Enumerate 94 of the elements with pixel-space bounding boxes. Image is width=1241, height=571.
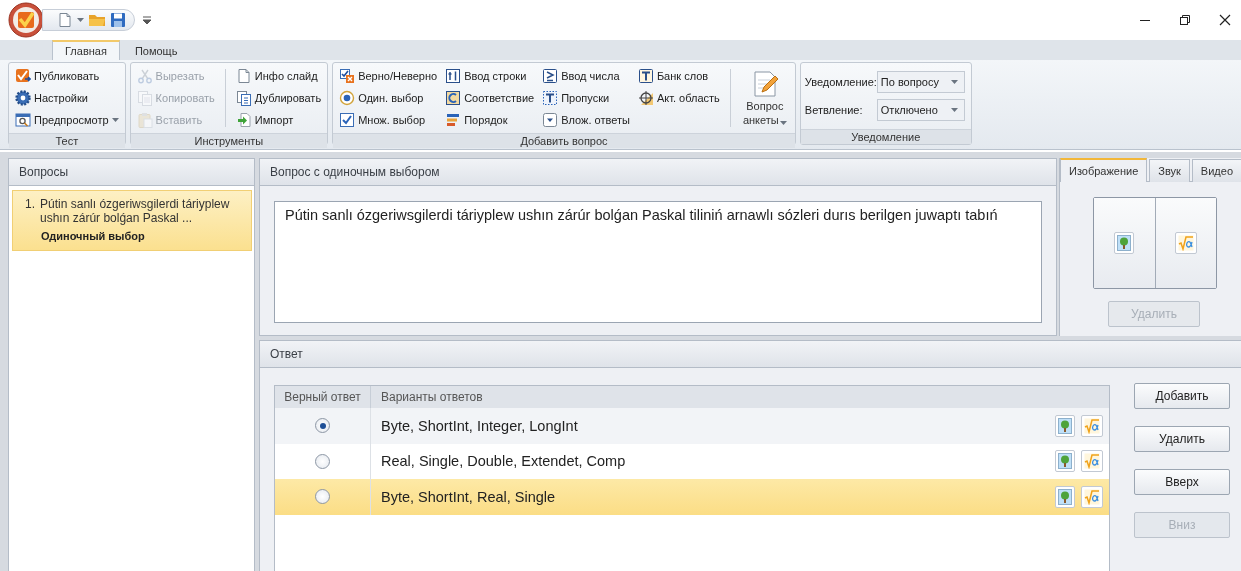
panel-header: Вопросы	[9, 159, 254, 186]
checkbox-cross-icon	[339, 68, 356, 84]
customize-caret-icon	[143, 15, 151, 25]
ribbon-button[interactable]: Пропуски	[540, 87, 632, 109]
dropdown-field[interactable]: Отключено	[876, 99, 965, 121]
ribbon-button[interactable]: Инфо слайд	[233, 65, 324, 87]
page-icon	[235, 68, 252, 84]
caret-icon	[950, 107, 958, 113]
ribbon-button[interactable]: Ввод строки	[443, 65, 537, 87]
answer-text: Byte, ShortInt, Real, Single	[380, 488, 557, 505]
group-label: Уведомление	[800, 129, 971, 144]
ribbon-button[interactable]: Дублировать	[233, 87, 324, 109]
tree-icon	[1058, 417, 1072, 434]
radio-button[interactable]	[315, 418, 330, 434]
stacked-bars-icon	[445, 112, 462, 128]
answer-text: Real, Single, Double, Extendet, Comp	[380, 453, 627, 470]
action-button[interactable]: Добавить	[1134, 383, 1230, 409]
question-text: Pútin sanlı ózgeriwsgilerdi táriyplew ushın zárúr bolǵan Paskal ...	[40, 197, 231, 225]
ribbon-button[interactable]: Настройки	[13, 87, 121, 109]
ribbon-tab[interactable]: Помощь	[121, 40, 191, 60]
field-label: Ветвление:	[804, 104, 864, 116]
square-root-icon	[1084, 488, 1100, 505]
column-header: Варианты ответов	[380, 389, 483, 406]
square-root-icon	[1084, 417, 1100, 434]
ribbon-tab[interactable]: Главная	[52, 40, 120, 60]
caret-icon	[950, 79, 958, 85]
answer-text: Byte, ShortInt, Integer, LongInt	[380, 417, 579, 434]
ribbon-button[interactable]: Порядок	[443, 109, 537, 131]
ribbon-button[interactable]: Один. выбор	[337, 87, 440, 109]
tree-icon	[1117, 235, 1132, 251]
greater-equal-icon	[542, 68, 559, 84]
action-button[interactable]: Вверх	[1134, 469, 1230, 495]
ribbon-button[interactable]: Банк слов	[635, 65, 722, 87]
ribbon-button[interactable]: Предпросмотр	[13, 109, 121, 131]
table-row[interactable]: Byte, ShortInt, Real, Single	[275, 479, 1109, 515]
insert-image-button[interactable]	[1114, 232, 1135, 254]
ribbon-button[interactable]: Публиковать	[13, 65, 121, 87]
question-text-field[interactable]: Pútin sanlı ózgeriwsgilerdi táriyplew ushın zárúr bolǵan Paskal tiliniń arnawlı sózleri durıs berilgen juwaptı tabıń	[274, 201, 1042, 323]
group-label: Инструменты	[130, 133, 328, 148]
scissors-icon	[136, 68, 153, 84]
question-item[interactable]: 1. Pútin sanlı ózgeriwsgilerdi táriyplew ushın zárúr bolǵan Paskal ... Одиночный выбор	[12, 190, 252, 251]
square-root-icon	[1177, 235, 1194, 251]
ribbon-button[interactable]: Соответствие	[443, 87, 537, 109]
insert-formula-button[interactable]	[1081, 485, 1103, 508]
table-row[interactable]: Byte, ShortInt, Integer, LongInt	[275, 408, 1109, 444]
group-label: Тест	[9, 133, 125, 148]
square-root-icon	[1084, 453, 1100, 470]
insert-image-button[interactable]	[1055, 485, 1075, 508]
question-type: Одиночный выбор	[41, 230, 146, 242]
check-square-icon	[15, 68, 31, 84]
folder-icon	[88, 12, 106, 28]
media-tab[interactable]: Видео	[1191, 159, 1241, 182]
caret-icon	[77, 17, 84, 23]
text-cursor-icon	[445, 68, 462, 84]
ribbon-button[interactable]: Влож. ответы	[540, 109, 632, 131]
media-tab[interactable]: Изображение	[1060, 158, 1148, 182]
crosshair-icon	[637, 90, 654, 106]
ribbon-button[interactable]: Ввод числа	[540, 65, 632, 87]
text-box-icon	[637, 68, 654, 84]
radio-button[interactable]	[315, 489, 330, 505]
settings-icon	[15, 90, 31, 106]
tree-icon	[1058, 488, 1072, 505]
page-icon	[57, 12, 73, 28]
insert-formula-button[interactable]	[1174, 232, 1197, 254]
dropdown-field[interactable]: По вопросу	[876, 71, 965, 93]
bracket-box-icon	[445, 90, 462, 106]
copy-icon	[136, 90, 153, 106]
dotted-box-icon	[542, 90, 559, 106]
ribbon-button[interactable]: Верно/Неверно	[337, 65, 440, 87]
insert-formula-button[interactable]	[1081, 450, 1103, 473]
restore-icon	[1179, 14, 1191, 26]
ribbon-button[interactable]: Множ. выбор	[337, 109, 440, 131]
insert-image-button[interactable]	[1055, 450, 1075, 473]
window-magnifier-icon	[15, 112, 31, 128]
pencil-page-icon	[751, 70, 778, 98]
group-label: Добавить вопрос	[333, 133, 795, 148]
ribbon-button[interactable]: Импорт	[233, 109, 324, 131]
checkbox-icon	[339, 112, 356, 128]
pages-icon	[235, 90, 252, 106]
close-icon	[1219, 14, 1231, 26]
ribbon-button[interactable]: Акт. область	[635, 87, 722, 109]
app-logo-icon	[8, 2, 44, 38]
media-tab[interactable]: Звук	[1149, 159, 1190, 182]
survey-question-button[interactable]: Вопрос анкеты	[738, 65, 791, 131]
radio-icon	[339, 90, 356, 106]
insert-image-button[interactable]	[1055, 414, 1075, 437]
arrow-page-icon	[235, 112, 252, 128]
insert-formula-button[interactable]	[1081, 414, 1103, 437]
dropdown-box-icon	[542, 112, 559, 128]
radio-button[interactable]	[315, 453, 330, 469]
item-number: 1.	[25, 197, 35, 213]
tree-icon	[1058, 453, 1072, 470]
clipboard-icon	[136, 112, 153, 128]
action-button[interactable]: Удалить	[1134, 426, 1230, 452]
